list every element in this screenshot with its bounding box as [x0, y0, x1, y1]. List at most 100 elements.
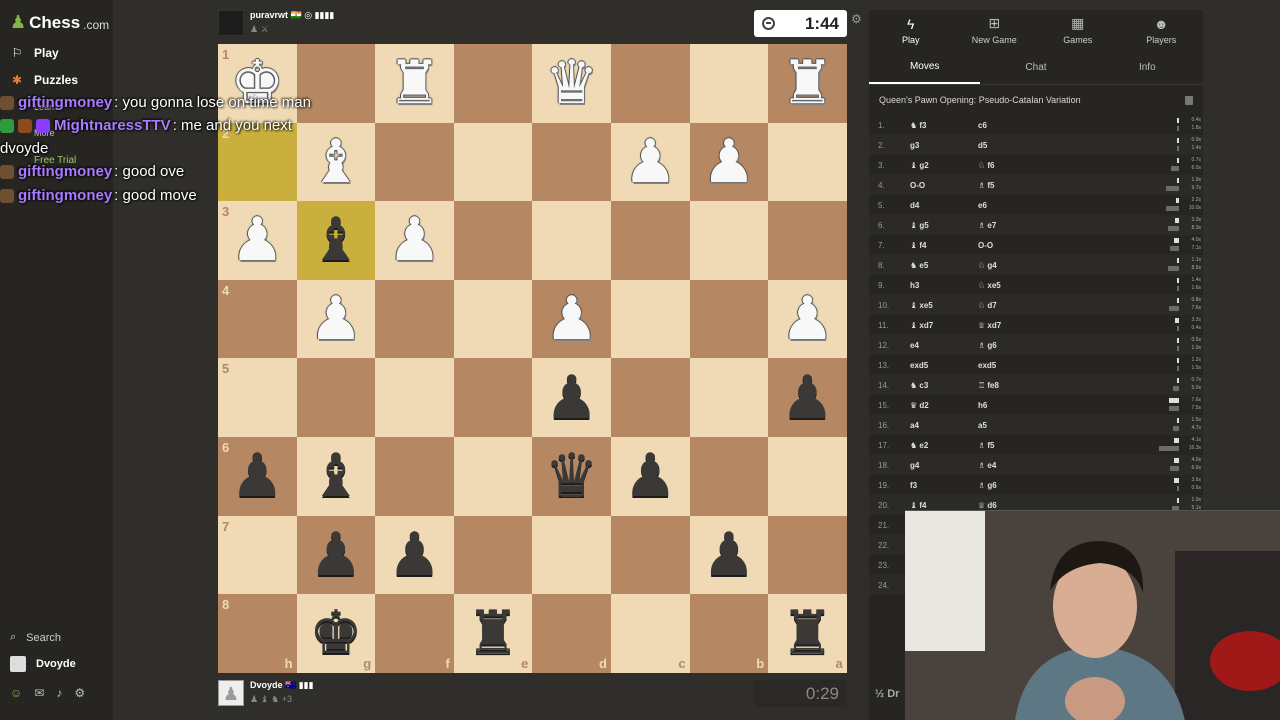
white-move[interactable]: ♞ e2: [910, 441, 928, 450]
white-move[interactable]: ♝ xe5: [910, 301, 933, 310]
board-square[interactable]: ♝: [296, 122, 376, 202]
black-pawn-icon[interactable]: ♟: [230, 446, 284, 506]
board-square[interactable]: ♝: [296, 201, 376, 280]
board-square[interactable]: [532, 122, 611, 202]
board-square[interactable]: 4: [218, 279, 297, 359]
board-square[interactable]: [689, 279, 769, 359]
white-move[interactable]: ♞ f3: [910, 121, 927, 130]
board-square[interactable]: [610, 201, 690, 280]
board-square[interactable]: ♟: [375, 515, 454, 595]
draw-offer-button[interactable]: ½ Dr: [875, 688, 899, 700]
board-square[interactable]: [610, 279, 690, 359]
board-square[interactable]: ♟: [296, 515, 376, 595]
board-square[interactable]: [689, 436, 769, 516]
black-move[interactable]: ♗ f5: [978, 181, 995, 190]
board-square[interactable]: 5: [218, 358, 297, 437]
black-move[interactable]: e6: [978, 201, 987, 210]
white-move[interactable]: ♝ f4: [910, 501, 927, 510]
black-move[interactable]: ♘ d7: [978, 301, 997, 310]
white-queen-icon[interactable]: ♛: [545, 53, 599, 113]
board-square[interactable]: e ♜: [453, 594, 533, 673]
board-square[interactable]: [375, 279, 454, 359]
board-square[interactable]: [610, 358, 690, 437]
sidebar-item-play[interactable]: ⚐ Play: [10, 46, 59, 60]
tab-moves[interactable]: Moves: [869, 50, 981, 84]
trash-icon[interactable]: [1185, 95, 1193, 105]
white-pawn-icon[interactable]: ♟: [623, 132, 677, 192]
white-rook-icon[interactable]: ♜: [781, 53, 835, 113]
board-square[interactable]: ♛: [532, 44, 611, 123]
black-move[interactable]: c6: [978, 121, 987, 130]
white-pawn-icon[interactable]: ♟: [230, 210, 284, 270]
board-square[interactable]: [375, 436, 454, 516]
bell-icon[interactable]: ♪: [56, 686, 62, 700]
board-square[interactable]: ♟: [768, 358, 847, 437]
board-square[interactable]: [453, 201, 533, 280]
black-pawn-icon[interactable]: ♟: [388, 525, 442, 585]
sidebar-user[interactable]: Dvoyde: [10, 656, 76, 672]
board-square[interactable]: [453, 358, 533, 437]
board-square[interactable]: [532, 201, 611, 280]
white-move[interactable]: d4: [910, 201, 919, 210]
white-pawn-icon[interactable]: ♟: [309, 289, 363, 349]
white-move[interactable]: g3: [910, 141, 919, 150]
board-square[interactable]: [453, 44, 533, 123]
board-square[interactable]: [768, 122, 847, 202]
board-square[interactable]: [768, 515, 847, 595]
board-square[interactable]: [453, 122, 533, 202]
black-bishop-icon[interactable]: ♝: [309, 446, 363, 506]
board-square[interactable]: [689, 358, 769, 437]
board-square[interactable]: ♛: [532, 436, 611, 516]
tab-games[interactable]: ▦ Games: [1036, 10, 1120, 50]
board-square[interactable]: b: [689, 594, 769, 673]
white-move[interactable]: exd5: [910, 361, 928, 370]
black-pawn-icon[interactable]: ♟: [702, 525, 756, 585]
white-move[interactable]: g4: [910, 461, 919, 470]
white-bishop-icon[interactable]: ♝: [309, 132, 363, 192]
black-move[interactable]: d5: [978, 141, 987, 150]
white-move[interactable]: O-O: [910, 181, 925, 190]
black-move[interactable]: ♗ e4: [978, 461, 996, 470]
gear-icon[interactable]: ⚙: [74, 686, 85, 700]
mail-icon[interactable]: ✉: [34, 686, 44, 700]
board-square[interactable]: [689, 44, 769, 123]
board-square[interactable]: ♟: [532, 358, 611, 437]
black-move[interactable]: ♗ e7: [978, 221, 996, 230]
tab-play[interactable]: ϟ Play: [869, 10, 953, 50]
board-square[interactable]: [610, 44, 690, 123]
black-move[interactable]: ♗ f5: [978, 441, 995, 450]
white-move[interactable]: a4: [910, 421, 919, 430]
opponent-name[interactable]: puravrwt 🇮🇳 ◎ ▮▮▮▮: [250, 10, 334, 21]
board-square[interactable]: ♟: [768, 279, 847, 359]
board-square[interactable]: ♝: [296, 436, 376, 516]
tab-chat[interactable]: Chat: [980, 50, 1091, 84]
white-pawn-icon[interactable]: ♟: [702, 132, 756, 192]
board-square[interactable]: g ♚: [296, 594, 376, 673]
board-square[interactable]: ♟: [532, 279, 611, 359]
opening-name[interactable]: Queen's Pawn Opening: Pseudo-Catalan Var…: [879, 95, 1081, 105]
board-square[interactable]: [375, 358, 454, 437]
board-square[interactable]: 2: [218, 122, 297, 202]
player-name[interactable]: Dvoyde 🇦🇺 ▮▮▮: [250, 680, 314, 691]
board-square[interactable]: [296, 44, 376, 123]
board-square[interactable]: [453, 436, 533, 516]
black-move[interactable]: ♗ g6: [978, 481, 997, 490]
sidebar-item-learn[interactable]: Learn: [34, 102, 57, 112]
board-square[interactable]: ♟: [610, 436, 690, 516]
white-move[interactable]: ♞ c3: [910, 381, 928, 390]
board-square[interactable]: 7: [218, 515, 297, 595]
sidebar-item-more[interactable]: More: [34, 128, 55, 138]
board-square[interactable]: [375, 122, 454, 202]
board-square[interactable]: d: [532, 594, 611, 673]
black-move[interactable]: ♘ xe5: [978, 281, 1001, 290]
white-move[interactable]: ♞ e5: [910, 261, 928, 270]
player-avatar[interactable]: ♟: [218, 680, 244, 706]
black-pawn-icon[interactable]: ♟: [781, 368, 835, 428]
white-king-icon[interactable]: ♚: [230, 53, 284, 113]
chesscom-logo[interactable]: ♟ Chess .com: [10, 12, 109, 33]
opponent-avatar[interactable]: [218, 10, 244, 36]
board-square[interactable]: ♟: [296, 279, 376, 359]
black-move[interactable]: ♘ f6: [978, 161, 995, 170]
board-settings-gear-icon[interactable]: ⚙: [851, 12, 862, 26]
black-queen-icon[interactable]: ♛: [545, 446, 599, 506]
